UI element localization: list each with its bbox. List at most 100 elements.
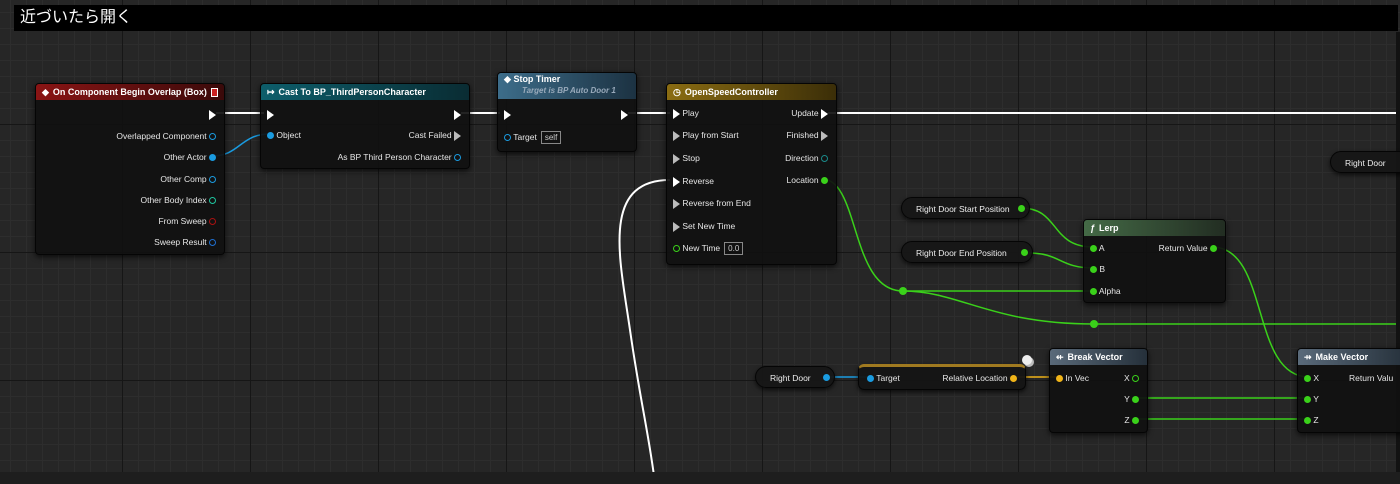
pin-label-from-sweep: From Sweep [158, 216, 207, 226]
float-pin[interactable] [1304, 375, 1311, 383]
pin-label-x: X [1123, 373, 1130, 383]
timeline-node-header[interactable]: ◷ OpenSpeedController [667, 84, 836, 100]
exec-in-pin[interactable] [673, 176, 680, 187]
exec-out-pin[interactable] [821, 108, 828, 119]
float-pin[interactable] [1304, 417, 1311, 425]
pin-label-finished: Finished [786, 130, 819, 140]
float-pin[interactable] [1132, 375, 1139, 383]
object-pin[interactable] [209, 154, 216, 162]
make-vector-title: Make Vector [1315, 352, 1369, 362]
object-pin[interactable] [267, 132, 274, 140]
var-right-door-end-position[interactable]: Right Door End Position [901, 241, 1033, 263]
function-f-icon: ƒ [1090, 223, 1096, 233]
vector-pin[interactable] [1056, 375, 1063, 383]
float-pin[interactable] [1021, 249, 1028, 256]
break-vector-node[interactable]: ⇷ Break Vector In Vec X Y Z [1049, 348, 1148, 433]
cast-node-header[interactable]: ↦ Cast To BP_ThirdPersonCharacter [261, 84, 469, 100]
pure-node-badge-icon [1022, 355, 1032, 365]
pin-label-in-vec: In Vec [1065, 373, 1090, 383]
pin-label-z: Z [1313, 415, 1319, 425]
object-pin[interactable] [504, 134, 511, 142]
object-pin[interactable] [209, 176, 216, 184]
vector-pin[interactable] [1010, 375, 1017, 383]
delegate-pin-icon[interactable] [210, 87, 218, 97]
pin-label-location: Location [786, 175, 819, 185]
stop-timer-header[interactable]: ◆ Stop Timer Target is BP Auto Door 1 [498, 73, 636, 99]
struct-pin[interactable] [209, 239, 216, 247]
pin-label-target: Target [876, 373, 900, 383]
pin-label-sweep-result: Sweep Result [154, 237, 207, 247]
exec-out-pin[interactable] [621, 109, 628, 120]
clock-icon: ◷ [673, 87, 681, 97]
lerp-node-title: Lerp [1099, 223, 1119, 233]
break-struct-icon: ⇷ [1056, 352, 1064, 362]
float-pin[interactable] [1018, 205, 1025, 212]
lerp-node-header[interactable]: ƒ Lerp [1084, 220, 1225, 236]
exec-in-pin[interactable] [673, 221, 680, 232]
pin-label-set-new-time: Set New Time [682, 221, 736, 231]
comment-frame-bottom [0, 472, 1400, 484]
exec-out-pin[interactable] [454, 109, 461, 120]
cast-arrow-icon: ↦ [267, 87, 275, 97]
float-pin[interactable] [821, 177, 828, 185]
var-label: Right Door Start Position [916, 204, 1010, 214]
var-label: Right Door End Position [916, 248, 1007, 258]
break-vector-header[interactable]: ⇷ Break Vector [1050, 349, 1147, 365]
object-pin[interactable] [454, 154, 461, 162]
var-label: Right Door [770, 373, 811, 383]
pin-label-other-body-index: Other Body Index [140, 195, 207, 205]
exec-in-pin[interactable] [673, 108, 680, 119]
float-pin[interactable] [1132, 417, 1139, 425]
exec-in-pin[interactable] [504, 109, 511, 120]
lerp-node[interactable]: ƒ Lerp A B Alpha Return Value [1083, 219, 1226, 303]
pin-label-stop: Stop [682, 153, 700, 163]
int-pin[interactable] [209, 197, 216, 205]
float-pin[interactable] [1090, 266, 1097, 274]
float-pin[interactable] [1210, 245, 1217, 253]
float-pin[interactable] [673, 245, 680, 253]
pin-label-y: Y [1313, 394, 1319, 404]
target-self-field[interactable]: self [540, 131, 562, 144]
exec-in-pin[interactable] [267, 109, 274, 120]
enum-pin[interactable] [821, 155, 828, 163]
var-right-door-start-position[interactable]: Right Door Start Position [901, 197, 1030, 219]
new-time-field[interactable]: 0.0 [724, 242, 744, 255]
cast-node[interactable]: ↦ Cast To BP_ThirdPersonCharacter Object… [260, 83, 470, 169]
float-pin[interactable] [1090, 245, 1097, 253]
pin-label-a: A [1098, 243, 1105, 253]
var-right-door[interactable]: Right Door [755, 366, 835, 388]
pin-label-relative-location: Relative Location [942, 373, 1008, 383]
object-pin[interactable] [867, 375, 874, 383]
function-icon: ◆ [504, 74, 511, 84]
exec-out-pin[interactable] [209, 109, 216, 120]
bool-pin[interactable] [209, 218, 216, 226]
relative-location-getter[interactable]: Target Relative Location [858, 364, 1026, 390]
stop-timer-node[interactable]: ◆ Stop Timer Target is BP Auto Door 1 Ta… [497, 72, 637, 152]
exec-in-pin[interactable] [673, 130, 680, 141]
object-pin[interactable] [823, 374, 830, 381]
event-node-header[interactable]: ◆ On Component Begin Overlap (Box) [36, 84, 224, 100]
pin-label-other-comp: Other Comp [160, 174, 207, 184]
pin-label-overlapped-component: Overlapped Component [116, 131, 207, 141]
pin-label-update: Update [791, 108, 819, 118]
timeline-node[interactable]: ◷ OpenSpeedController Play Play from Sta… [666, 83, 837, 265]
pin-label-direction: Direction [785, 153, 819, 163]
exec-in-pin[interactable] [673, 198, 680, 209]
exec-in-pin[interactable] [673, 153, 680, 164]
comment-title[interactable]: 近づいたら開く [14, 5, 1398, 31]
var-right-door-top[interactable]: Right Door [1330, 151, 1400, 173]
break-vector-title: Break Vector [1067, 352, 1123, 362]
pin-label-z: Z [1124, 415, 1130, 425]
float-pin[interactable] [1132, 396, 1139, 404]
make-vector-node[interactable]: ⇸ Make Vector X Y Z Return Valu [1297, 348, 1400, 433]
float-pin[interactable] [1304, 396, 1311, 404]
float-pin[interactable] [1090, 288, 1097, 296]
event-overlap-node[interactable]: ◆ On Component Begin Overlap (Box) Overl… [35, 83, 225, 255]
pin-label-reverse: Reverse [682, 176, 715, 186]
pin-label-new-time: New Time [682, 243, 721, 253]
exec-out-pin[interactable] [821, 130, 828, 141]
exec-out-pin[interactable] [454, 130, 461, 141]
make-vector-header[interactable]: ⇸ Make Vector [1298, 349, 1400, 365]
object-pin[interactable] [209, 133, 216, 141]
event-diamond-icon: ◆ [42, 87, 49, 97]
